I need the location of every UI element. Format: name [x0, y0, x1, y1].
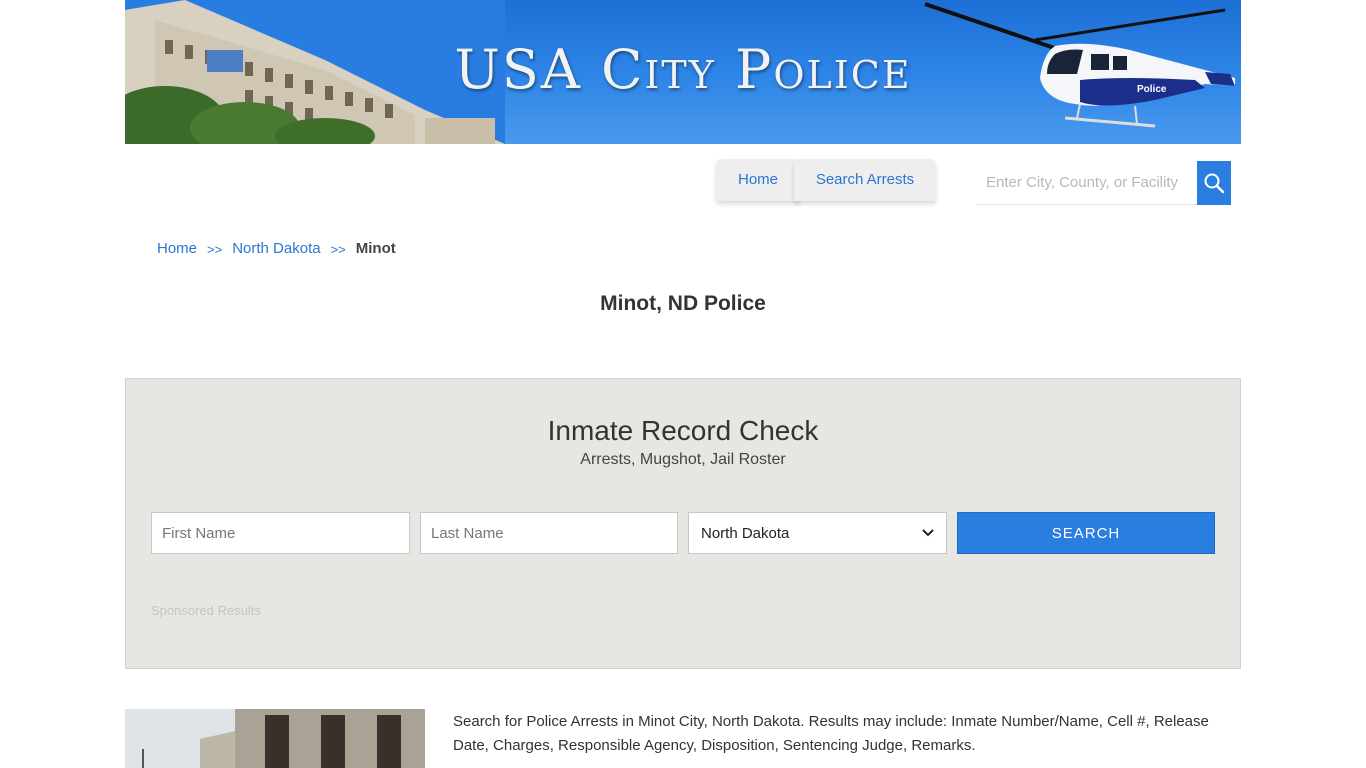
breadcrumb-current: Minot	[355, 240, 396, 257]
breadcrumb: Home >> North Dakota >> Minot	[157, 240, 396, 260]
inmate-record-check-panel: Inmate Record Check Arrests, Mugshot, Ja…	[125, 378, 1241, 669]
nav-tab-home[interactable]: Home	[716, 159, 800, 201]
city-search-input[interactable]	[976, 161, 1198, 205]
first-name-input[interactable]	[151, 512, 410, 554]
state-select[interactable]: North Dakota	[688, 512, 947, 554]
chevron-down-icon	[922, 529, 934, 537]
nav-tab-search-arrests[interactable]: Search Arrests	[794, 159, 936, 201]
helicopter-image: Police	[924, 2, 1235, 128]
breadcrumb-state[interactable]: North Dakota	[232, 240, 320, 260]
breadcrumb-separator: >>	[207, 242, 223, 257]
search-icon	[1204, 173, 1225, 194]
breadcrumb-separator: >>	[330, 242, 346, 257]
page-title: Minot, ND Police	[600, 292, 766, 315]
state-select-value: North Dakota	[701, 524, 790, 542]
site-banner[interactable]: USA City Police Police	[125, 0, 1241, 144]
page-description: Search for Police Arrests in Minot City,…	[453, 713, 1209, 754]
police-building-photo	[125, 709, 425, 768]
inmate-search-button[interactable]: SEARCH	[957, 512, 1215, 554]
panel-title: Inmate Record Check	[547, 415, 819, 446]
panel-subtitle: Arrests, Mugshot, Jail Roster	[580, 451, 786, 468]
last-name-input[interactable]	[420, 512, 678, 554]
city-search-button[interactable]	[1197, 161, 1231, 205]
breadcrumb-home[interactable]: Home	[157, 240, 197, 260]
helicopter-label: Police	[1137, 84, 1167, 95]
sponsored-results-label: Sponsored Results	[151, 603, 261, 618]
